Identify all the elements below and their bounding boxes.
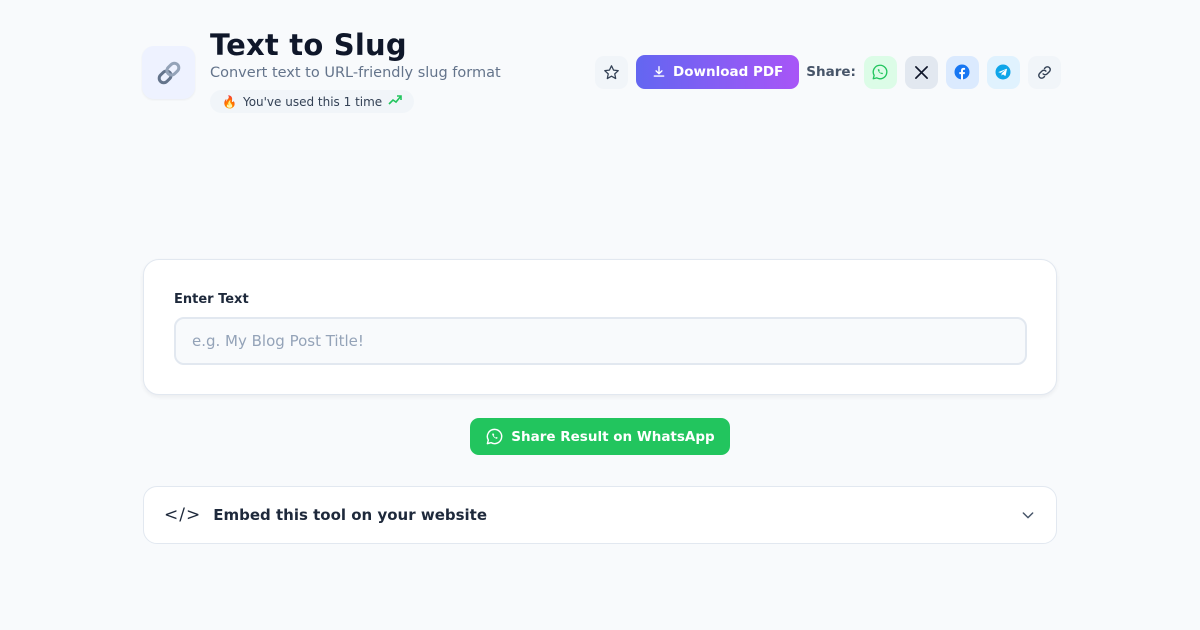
star-icon	[604, 64, 619, 79]
x-logo-icon	[914, 65, 928, 79]
share-whatsapp-button[interactable]	[863, 55, 897, 89]
share-result-label: Share Result on WhatsApp	[511, 428, 715, 445]
page-title: Text to Slug	[210, 28, 407, 62]
trending-up-icon	[388, 94, 402, 109]
text-input[interactable]	[174, 317, 1027, 365]
download-pdf-button[interactable]: Download PDF	[636, 55, 800, 89]
share-telegram-button[interactable]	[986, 55, 1020, 89]
share-label: Share:	[806, 64, 856, 80]
copy-link-button[interactable]	[1027, 55, 1061, 89]
share-result-whatsapp-button[interactable]: Share Result on WhatsApp	[470, 418, 730, 455]
link-icon	[1038, 65, 1051, 79]
header-actions: Download PDF Share:	[595, 55, 1061, 89]
whatsapp-icon	[486, 428, 503, 445]
page: Text to Slug Convert text to URL-friendl…	[0, 0, 1200, 630]
whatsapp-icon	[872, 64, 888, 80]
telegram-icon	[995, 64, 1011, 80]
embed-title: Embed this tool on your website	[213, 506, 488, 524]
enter-text-label: Enter Text	[174, 292, 249, 307]
download-icon	[653, 66, 665, 77]
input-card: Enter Text	[143, 259, 1057, 395]
usage-text: You've used this 1 time	[242, 94, 383, 109]
usage-badge: 🔥 You've used this 1 time	[210, 90, 415, 113]
favorite-button[interactable]	[595, 55, 628, 89]
share-facebook-button[interactable]	[945, 55, 979, 89]
fire-icon: 🔥	[222, 94, 237, 109]
code-icon: </>	[164, 505, 202, 525]
link-icon	[142, 46, 195, 99]
embed-panel-toggle[interactable]: </> Embed this tool on your website	[143, 486, 1057, 544]
chevron-down-icon	[1020, 507, 1036, 523]
facebook-icon	[954, 64, 970, 80]
share-x-button[interactable]	[904, 55, 938, 89]
page-subtitle: Convert text to URL-friendly slug format	[210, 65, 501, 81]
download-pdf-label: Download PDF	[673, 64, 784, 80]
